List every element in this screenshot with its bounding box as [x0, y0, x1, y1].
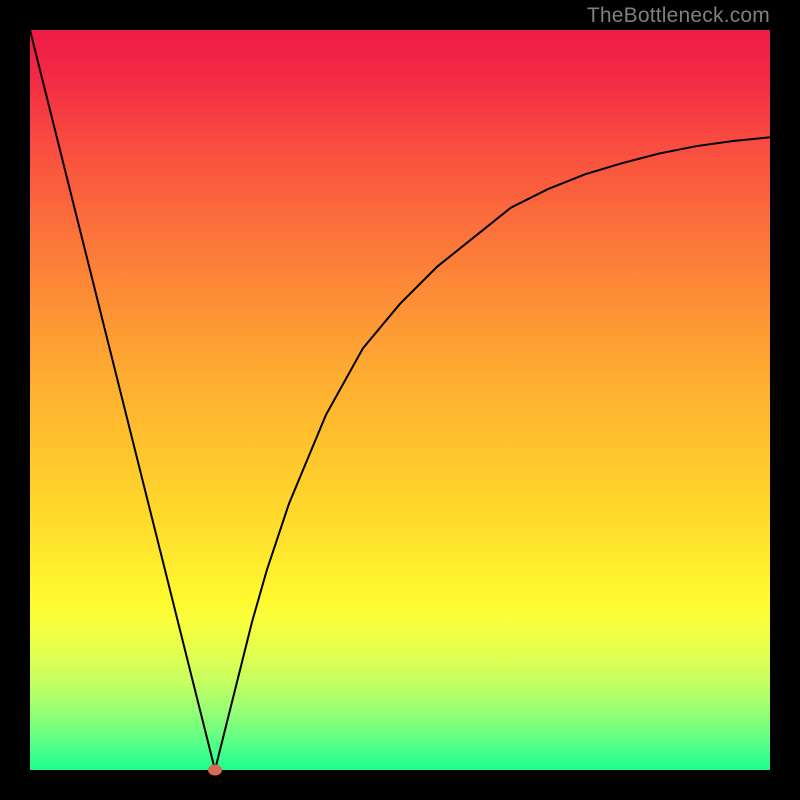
plot-area — [30, 30, 770, 770]
watermark-text: TheBottleneck.com — [587, 4, 770, 28]
minimum-marker — [208, 765, 222, 776]
curve-svg — [30, 30, 770, 770]
chart-frame: TheBottleneck.com — [0, 0, 800, 800]
bottleneck-curve — [30, 30, 770, 770]
